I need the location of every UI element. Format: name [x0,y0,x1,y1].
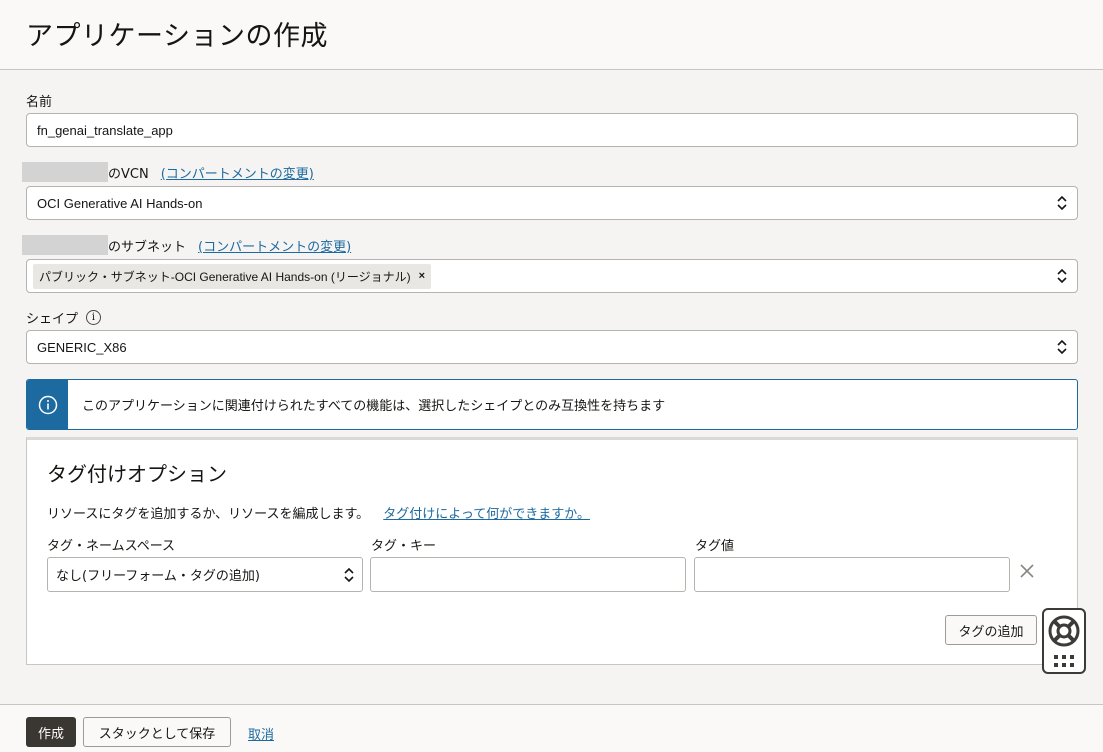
info-icon[interactable]: i [86,310,102,325]
tag-namespace-select[interactable]: なし(フリーフォーム・タグの追加) [47,557,363,592]
subnet-select[interactable]: パブリック・サブネット-OCI Generative AI Hands-on (… [26,259,1078,293]
help-widget[interactable] [1042,608,1086,674]
info-banner: このアプリケーションに関連付けられたすべての機能は、選択したシェイプとのみ互換性… [26,379,1078,430]
tagging-help-link[interactable]: タグ付けによって何ができますか。 [383,507,590,522]
name-field[interactable] [26,113,1078,147]
shape-select-value: GENERIC_X86 [37,339,127,355]
tag-value-header: タグ値 [695,539,735,554]
chip-remove-icon[interactable]: × [419,270,425,282]
page-header: アプリケーションの作成 [0,0,1103,70]
create-button[interactable]: 作成 [26,717,76,747]
vcn-select-value: OCI Generative AI Hands-on [37,195,203,211]
subnet-label-row: のサブネット (コンパートメントの変更) [22,235,351,255]
cancel-link[interactable]: 取消 [248,724,274,743]
subnet-label: のサブネット [108,239,187,255]
tagging-options-panel: タグ付けオプション リソースにタグを追加するか、リソースを編成します。 タグ付け… [26,437,1078,665]
chevron-up-down-icon [344,566,354,584]
page-title: アプリケーションの作成 [26,21,328,52]
chevron-up-down-icon [1057,267,1067,285]
tag-value-input[interactable] [694,557,1010,592]
subnet-chip: パブリック・サブネット-OCI Generative AI Hands-on (… [33,263,432,289]
vcn-select[interactable]: OCI Generative AI Hands-on [26,186,1078,220]
banner-message: このアプリケーションに関連付けられたすべての機能は、選択したシェイプとのみ互換性… [82,399,666,414]
banner-info-icon [27,380,68,429]
shape-label: シェイプ [26,312,79,327]
lifebuoy-icon [1048,615,1080,647]
remove-tag-icon[interactable] [1018,562,1036,580]
save-as-stack-button[interactable]: スタックとして保存 [83,717,231,747]
tagging-description: リソースにタグを追加するか、リソースを編成します。 [47,507,370,522]
tag-namespace-value: なし(フリーフォーム・タグの追加) [56,569,260,584]
subnet-chip-label: パブリック・サブネット-OCI Generative AI Hands-on (… [39,269,411,284]
vcn-label: のVCN [108,166,149,182]
name-label: 名前 [26,95,53,110]
tag-key-header: タグ・キー [371,539,437,554]
name-input[interactable] [37,122,1067,138]
shape-select[interactable]: GENERIC_X86 [26,330,1078,364]
add-tag-button[interactable]: タグの追加 [945,615,1037,645]
vcn-label-row: のVCN (コンパートメントの変更) [22,162,314,182]
tagging-title: タグ付けオプション [47,462,227,486]
chevron-up-down-icon [1057,338,1067,356]
grid-dots-icon [1054,655,1074,667]
tag-namespace-header: タグ・ネームスペース [47,539,176,554]
redacted-compartment [22,162,108,182]
tag-key-input[interactable] [370,557,686,592]
vcn-change-compartment-link[interactable]: (コンパートメントの変更) [161,163,314,182]
tagging-description-row: リソースにタグを追加するか、リソースを編成します。 タグ付けによって何ができます… [47,503,590,522]
shape-label-row: シェイプ i [26,308,102,327]
chevron-up-down-icon [1057,194,1067,212]
subnet-change-compartment-link[interactable]: (コンパートメントの変更) [198,236,351,255]
redacted-compartment [22,235,108,255]
footer-bar: 作成 スタックとして保存 取消 [0,704,1103,752]
